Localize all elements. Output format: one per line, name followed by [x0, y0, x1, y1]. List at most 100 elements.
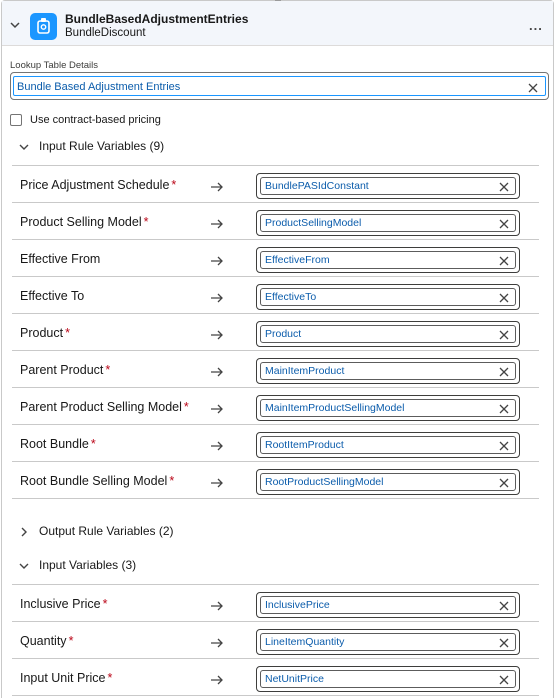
row-divider: [12, 202, 539, 203]
arrow-right-icon: [211, 441, 223, 451]
variable-name: Product: [20, 326, 64, 340]
variable-value-pill[interactable]: RootItemProduct: [265, 439, 344, 451]
arrow-right-icon: [211, 293, 223, 303]
variable-label: Effective To: [20, 289, 86, 303]
variable-value-field[interactable]: BundlePASIdConstant: [256, 173, 520, 199]
variable-value-field[interactable]: ProductSellingModel: [256, 210, 520, 236]
variable-label: Quantity *: [20, 634, 73, 648]
variable-value-field[interactable]: EffectiveFrom: [256, 247, 520, 273]
variable-value-pill[interactable]: MainItemProductSellingModel: [265, 402, 404, 414]
variable-value-pill[interactable]: ProductSellingModel: [265, 217, 361, 229]
contract-pricing-label: Use contract-based pricing: [30, 114, 161, 126]
card-title: BundleBasedAdjustmentEntries: [65, 12, 249, 26]
clear-value-icon[interactable]: [499, 441, 509, 451]
clear-value-icon[interactable]: [499, 219, 509, 229]
variable-name: Input Unit Price: [20, 671, 106, 685]
variable-value-pill[interactable]: InclusivePrice: [265, 599, 330, 611]
lookup-field[interactable]: Bundle Based Adjustment Entries: [10, 72, 549, 100]
variable-value-pill[interactable]: Product: [265, 328, 301, 340]
row-divider: [12, 695, 539, 696]
required-marker: *: [143, 215, 149, 229]
required-marker: *: [105, 363, 111, 377]
section-title: Input Variables (3): [39, 558, 137, 572]
variable-label: Parent Product *: [20, 363, 110, 377]
variable-label: Product *: [20, 326, 70, 340]
variable-value-field[interactable]: LineItemQuantity: [256, 629, 520, 655]
variable-name: Quantity: [20, 634, 67, 648]
clear-value-icon[interactable]: [499, 367, 509, 377]
variable-name: Effective From: [20, 252, 101, 266]
variable-name: Price Adjustment Schedule: [20, 178, 170, 192]
chevron-down-icon: [19, 144, 29, 150]
clear-value-icon[interactable]: [499, 478, 509, 488]
arrow-right-icon: [211, 330, 223, 340]
row-divider: [12, 313, 539, 314]
row-divider: [12, 658, 539, 659]
arrow-right-icon: [211, 675, 223, 685]
variable-value-field[interactable]: MainItemProductSellingModel: [256, 395, 520, 421]
arrow-right-icon: [211, 219, 223, 229]
variable-value-field[interactable]: RootProductSellingModel: [256, 469, 520, 495]
variable-name: Root Bundle Selling Model: [20, 474, 168, 488]
row-divider: [12, 498, 539, 499]
card-subtitle: BundleDiscount: [65, 27, 146, 39]
lookup-pill-value[interactable]: Bundle Based Adjustment Entries: [17, 81, 180, 93]
row-divider: [12, 350, 539, 351]
variable-name: Root Bundle: [20, 437, 89, 451]
clear-value-icon[interactable]: [499, 601, 509, 611]
clear-value-icon[interactable]: [499, 182, 509, 192]
clear-value-icon[interactable]: [499, 256, 509, 266]
required-marker: *: [65, 326, 70, 340]
required-marker: *: [169, 474, 175, 488]
variable-label: Root Bundle Selling Model *: [20, 474, 174, 488]
arrow-right-icon: [211, 478, 223, 488]
clear-value-icon[interactable]: [499, 638, 509, 648]
variable-value-field[interactable]: RootItemProduct: [256, 432, 520, 458]
lookup-table-icon: [30, 13, 57, 40]
variable-value-pill[interactable]: BundlePASIdConstant: [265, 180, 369, 192]
row-divider: [12, 584, 539, 585]
variable-label: Inclusive Price *: [20, 597, 107, 611]
variable-name: Parent Product Selling Model: [20, 400, 182, 414]
clear-lookup-icon[interactable]: [527, 82, 539, 94]
clear-value-icon[interactable]: [499, 675, 509, 685]
clear-value-icon[interactable]: [499, 404, 509, 414]
required-marker: *: [171, 178, 177, 192]
arrow-right-icon: [211, 601, 223, 611]
variable-name: Inclusive Price: [20, 597, 101, 611]
variable-value-pill[interactable]: EffectiveTo: [265, 291, 316, 303]
card-header: BundleBasedAdjustmentEntries BundleDisco…: [2, 1, 553, 46]
variable-label: Root Bundle *: [20, 437, 96, 451]
row-divider: [12, 461, 539, 462]
required-marker: *: [102, 597, 108, 611]
chevron-down-icon[interactable]: [8, 18, 22, 32]
row-divider: [12, 424, 539, 425]
variable-value-field[interactable]: NetUnitPrice: [256, 666, 520, 692]
variable-value-field[interactable]: EffectiveTo: [256, 284, 520, 310]
contract-pricing-checkbox[interactable]: [10, 114, 22, 126]
more-actions-button[interactable]: ...: [529, 18, 543, 33]
variable-value-pill[interactable]: NetUnitPrice: [265, 673, 324, 685]
variable-value-field[interactable]: MainItemProduct: [256, 358, 520, 384]
variable-value-field[interactable]: Product: [256, 321, 520, 347]
variable-value-field[interactable]: InclusivePrice: [256, 592, 520, 618]
row-divider: [12, 387, 539, 388]
variable-name: Parent Product: [20, 363, 104, 377]
clear-value-icon[interactable]: [499, 293, 509, 303]
clear-value-icon[interactable]: [499, 330, 509, 340]
required-marker: *: [107, 671, 113, 685]
variable-name: Product Selling Model: [20, 215, 142, 229]
section-title: Input Rule Variables (9): [39, 139, 165, 153]
arrow-right-icon: [211, 638, 223, 648]
variable-value-pill[interactable]: MainItemProduct: [265, 365, 344, 377]
variable-value-pill[interactable]: LineItemQuantity: [265, 636, 344, 648]
lookup-field-label: Lookup Table Details: [10, 60, 99, 71]
variable-label: Price Adjustment Schedule *: [20, 178, 176, 192]
row-divider: [12, 239, 539, 240]
variable-value-pill[interactable]: EffectiveFrom: [265, 254, 330, 266]
variable-value-pill[interactable]: RootProductSellingModel: [265, 476, 383, 488]
arrow-right-icon: [211, 182, 223, 192]
variable-label: Input Unit Price *: [20, 671, 112, 685]
arrow-right-icon: [211, 367, 223, 377]
row-divider: [12, 276, 539, 277]
